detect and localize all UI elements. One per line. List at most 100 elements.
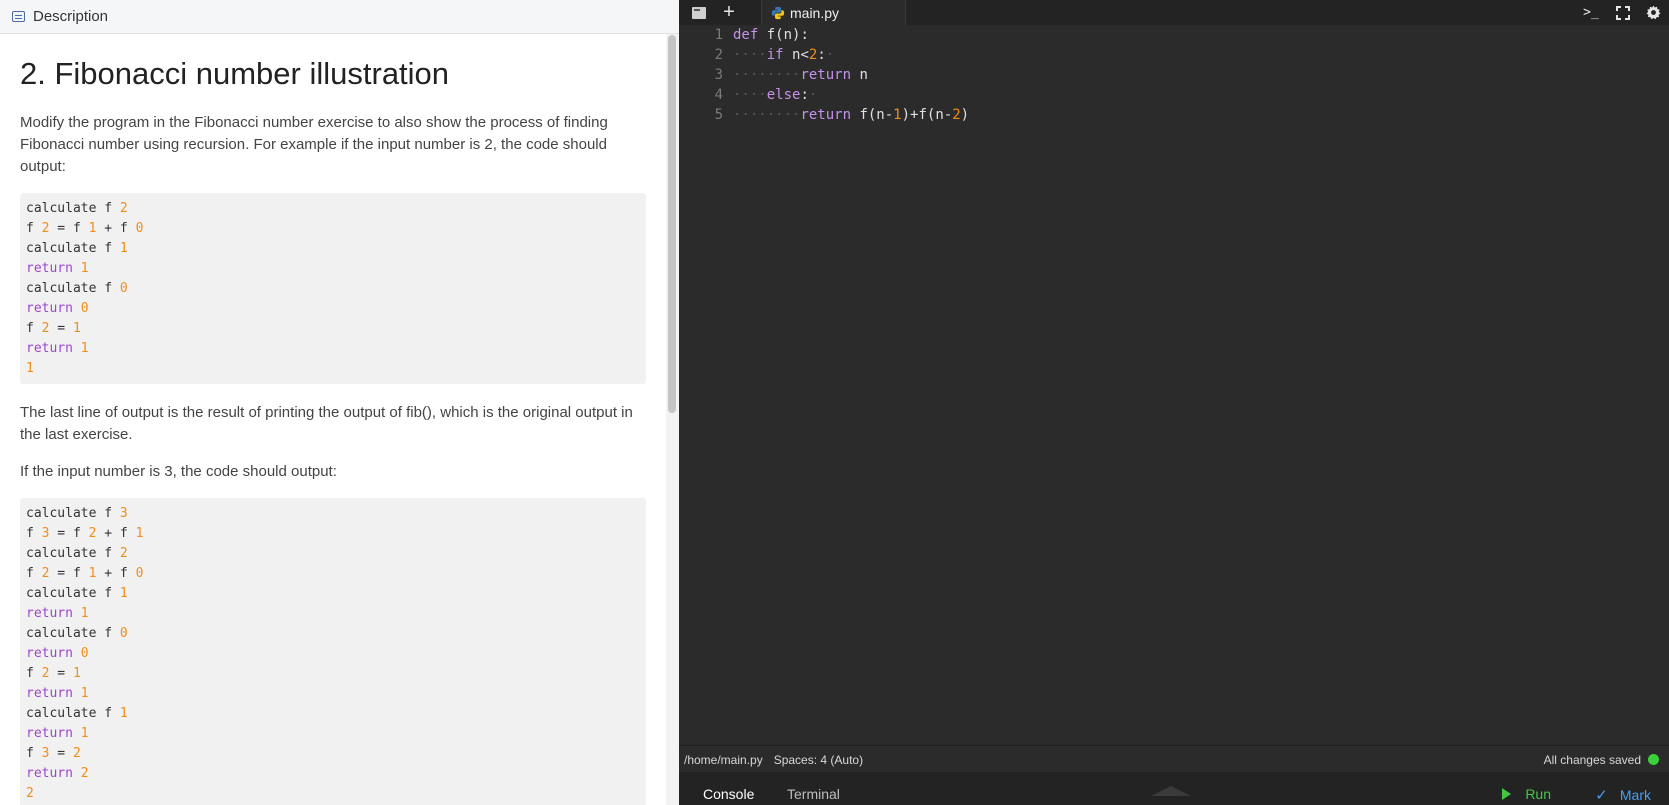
description-scrollbar[interactable] <box>666 34 679 805</box>
code-token: 1 <box>893 107 902 123</box>
output-token: return <box>26 726 81 741</box>
output-token: = f <box>49 221 89 236</box>
code-token: ) <box>901 107 911 123</box>
output-line: f 2 = f 1 + f 0 <box>26 564 640 584</box>
code-token: ) <box>960 107 970 123</box>
terminal-icon[interactable]: >_ <box>1581 0 1601 25</box>
output-line: calculate f 1 <box>26 239 640 259</box>
code-token: def <box>733 27 759 43</box>
output-line: f 3 = 2 <box>26 744 640 764</box>
code-token: return <box>800 67 852 83</box>
line-number: 3 <box>714 67 723 83</box>
output-token: 2 <box>26 786 34 801</box>
scrollbar-thumb[interactable] <box>668 35 676 413</box>
output-line: calculate f 3 <box>26 504 640 524</box>
line-number: 5 <box>714 107 723 123</box>
code-token: if <box>766 47 784 63</box>
whitespace-marker: · <box>808 87 818 103</box>
output-token: 0 <box>135 566 144 581</box>
output-line: return 1 <box>26 259 640 279</box>
whitespace-marker: ········ <box>733 67 801 83</box>
output-token: f <box>26 321 42 336</box>
output-token: return <box>26 606 81 621</box>
output-line: 1 <box>26 359 640 379</box>
file-tab-label: main.py <box>790 5 840 21</box>
save-status: All changes saved <box>1543 752 1641 767</box>
code-token: : <box>800 87 809 103</box>
run-button[interactable]: Run <box>1502 786 1551 802</box>
description-icon <box>12 11 25 22</box>
output-line: return 1 <box>26 684 640 704</box>
output-token: 0 <box>119 281 128 296</box>
output-line: f 2 = 1 <box>26 319 640 339</box>
intro-paragraph: Modify the program in the Fibonacci numb… <box>20 114 608 175</box>
whitespace-marker: ···· <box>733 47 767 63</box>
page-title: 2. Fibonacci number illustration <box>20 56 450 91</box>
mark-label: Mark <box>1619 787 1651 803</box>
output-line: return 2 <box>26 764 640 784</box>
mark-button[interactable]: ✓ Mark <box>1595 786 1651 804</box>
output-token: = f <box>49 566 89 581</box>
output-line: calculate f 0 <box>26 279 640 299</box>
code-text: def f(n): <box>733 25 809 46</box>
output-token: + f <box>96 566 136 581</box>
tab-console[interactable]: Console <box>703 786 754 802</box>
description-header[interactable]: Description <box>0 0 679 34</box>
output-token: return <box>26 341 81 356</box>
output-token: 0 <box>80 646 89 661</box>
output-token: calculate f <box>26 201 120 216</box>
output-token: calculate f <box>26 586 120 601</box>
fullscreen-icon[interactable] <box>1613 0 1633 25</box>
output-token: 1 <box>80 726 89 741</box>
whitespace-marker: · <box>825 47 835 63</box>
code-token: n <box>851 67 868 83</box>
code-token: else <box>766 87 801 103</box>
output-token: return <box>26 646 81 661</box>
output-token: 1 <box>72 666 81 681</box>
output-token: 1 <box>80 341 89 356</box>
output-token: return <box>26 301 81 316</box>
line-number: 1 <box>714 27 723 43</box>
output-token: 1 <box>80 606 89 621</box>
save-status-indicator <box>1648 754 1659 765</box>
output-token: return <box>26 766 81 781</box>
line-number: 4 <box>714 87 723 103</box>
output-token: = <box>49 666 73 681</box>
editor-pane: + main.py >_ 1 def f(n): 2 ····if n<2:· 3 ···… <box>679 0 1669 805</box>
output-line: calculate f 2 <box>26 544 640 564</box>
play-icon <box>1502 788 1512 800</box>
code-text: ········return f(n-1)+f(n-2) <box>733 105 969 126</box>
output-line: f 2 = 1 <box>26 664 640 684</box>
output-token: return <box>26 261 81 276</box>
code-editor[interactable]: 1 def f(n): 2 ····if n<2:· 3 ········return n… <box>679 25 1669 745</box>
middle-paragraph: The last line of output is the result of… <box>20 404 633 443</box>
plus-icon[interactable]: + <box>719 0 739 25</box>
code-token: f(n <box>851 107 885 123</box>
description-content[interactable]: 2. Fibonacci number illustration Modify … <box>0 34 666 805</box>
gear-icon[interactable] <box>1643 0 1663 25</box>
output-token: + f <box>96 526 136 541</box>
chevron-up-icon[interactable] <box>1151 786 1191 796</box>
output-token: calculate f <box>26 546 120 561</box>
status-bar: /home/main.py Spaces: 4 (Auto) All chang… <box>679 745 1669 773</box>
output-token: calculate f <box>26 281 120 296</box>
example-output-1: calculate f 2f 2 = f 1 + f 0 calculate f … <box>20 193 646 384</box>
indentation-setting[interactable]: Spaces: 4 (Auto) <box>774 753 863 767</box>
output-token: calculate f <box>26 626 120 641</box>
run-label: Run <box>1525 786 1551 802</box>
code-token: < <box>800 47 809 63</box>
code-text: ····if n<2:· <box>733 45 834 66</box>
code-text: ····else:· <box>733 85 817 106</box>
output-token: 0 <box>135 221 144 236</box>
bottom-panel: Console Terminal Run ✓ Mark <box>679 772 1669 805</box>
tab-main-py[interactable]: main.py <box>761 0 906 26</box>
code-token: f(n <box>918 107 944 123</box>
output-line: return 0 <box>26 299 640 319</box>
output-token: f <box>26 746 42 761</box>
output-token: f <box>26 221 42 236</box>
output-token: + f <box>96 221 136 236</box>
files-icon[interactable] <box>689 0 709 25</box>
example-output-2: calculate f 3f 3 = f 2 + f 1 calculate f … <box>20 498 646 805</box>
tab-terminal[interactable]: Terminal <box>787 786 840 802</box>
output-line: calculate f 2 <box>26 199 640 219</box>
